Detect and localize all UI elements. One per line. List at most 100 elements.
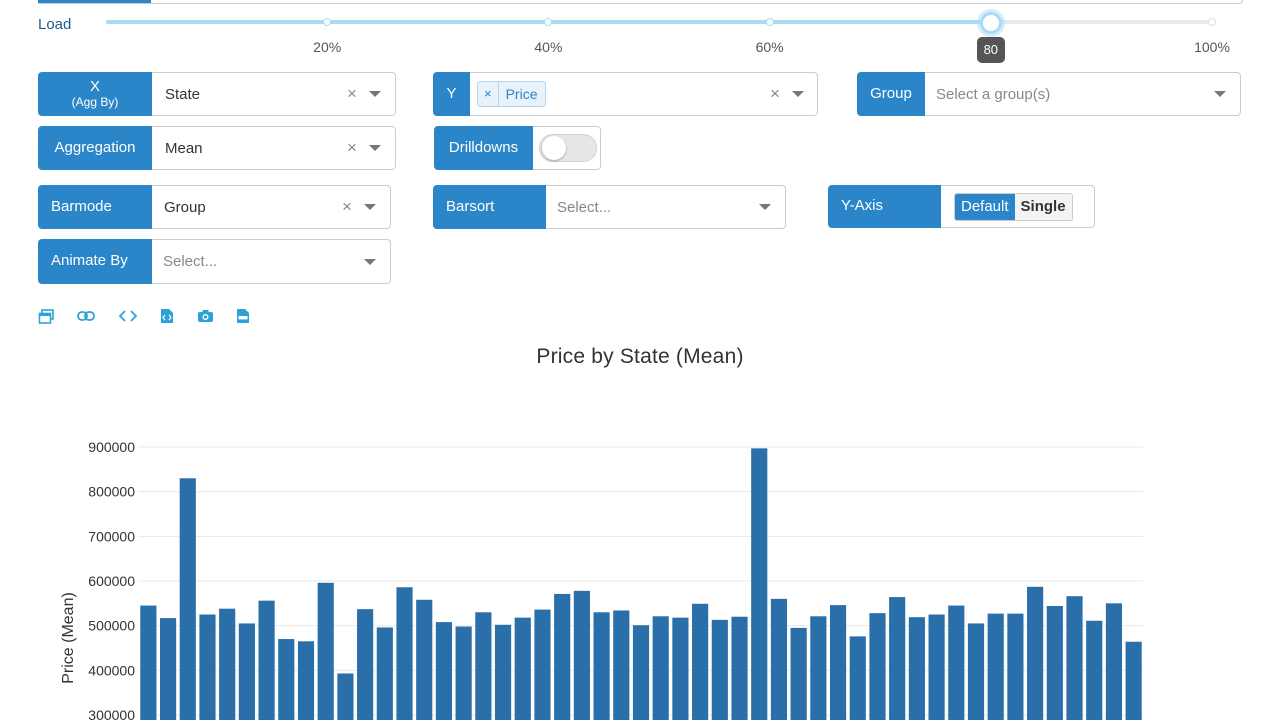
- link-icon[interactable]: [77, 307, 95, 325]
- aggregation-label: Aggregation: [38, 126, 152, 170]
- animate-by-label-text: Animate By: [51, 252, 128, 270]
- slider-step-dot[interactable]: [544, 18, 553, 26]
- code-export-icon[interactable]: [158, 307, 176, 325]
- bar: [514, 617, 531, 720]
- y-label: Y: [433, 72, 470, 116]
- bar: [278, 639, 295, 720]
- x-select[interactable]: State ×: [152, 72, 396, 116]
- bar: [297, 641, 315, 720]
- bar: [455, 626, 472, 720]
- chevron-down-icon[interactable]: [369, 91, 381, 97]
- barsort-label-text: Barsort: [446, 197, 495, 215]
- bar: [1027, 586, 1044, 720]
- y-axis-option-single[interactable]: Single: [1014, 193, 1072, 220]
- barsort-select[interactable]: Select...: [546, 185, 786, 229]
- bar: [593, 612, 610, 720]
- top-control-label-edge: [38, 0, 151, 3]
- bar: [967, 623, 985, 720]
- bar: [1105, 603, 1123, 720]
- aggregation-value: Mean: [165, 139, 203, 157]
- slider-step-dot[interactable]: [323, 18, 332, 26]
- bar: [829, 605, 847, 720]
- group-placeholder: Select a group(s): [936, 85, 1051, 103]
- chevron-down-icon[interactable]: [1214, 91, 1226, 97]
- y-tick-label: 800000: [88, 484, 135, 500]
- bar: [179, 478, 196, 720]
- drilldowns-label: Drilldowns: [434, 126, 533, 170]
- aggregation-clear-icon[interactable]: ×: [341, 138, 363, 158]
- chevron-down-icon[interactable]: [364, 204, 376, 210]
- y-clear-icon[interactable]: ×: [764, 84, 786, 104]
- popup-icon[interactable]: [37, 307, 55, 325]
- chevron-down-icon[interactable]: [369, 145, 381, 151]
- load-slider-handle[interactable]: [979, 12, 1002, 34]
- y-axis-segmented[interactable]: Default Single: [941, 185, 1095, 228]
- bar: [632, 625, 650, 720]
- y-axis-options[interactable]: Default Single: [954, 192, 1073, 221]
- bar: [928, 614, 945, 720]
- x-clear-icon[interactable]: ×: [341, 84, 363, 104]
- y-tick-label: 700000: [88, 528, 135, 544]
- group-label-text: Group: [870, 84, 912, 102]
- bar: [140, 605, 157, 720]
- bar: [416, 599, 433, 720]
- slider-mark-label: 20%: [313, 39, 342, 55]
- barmode-value: Group: [164, 198, 206, 216]
- drilldowns-label-text: Drilldowns: [448, 138, 519, 156]
- chevron-down-icon[interactable]: [759, 204, 771, 210]
- aggregation-select[interactable]: Mean ×: [152, 126, 396, 170]
- slider-step-dot[interactable]: [1208, 18, 1216, 26]
- y-tick-label: 300000: [88, 707, 135, 720]
- bar: [1086, 620, 1103, 720]
- bar: [790, 627, 807, 720]
- x-sublabel-text: (Agg By): [71, 94, 119, 109]
- group-select[interactable]: Select a group(s): [925, 72, 1241, 116]
- barmode-select[interactable]: Group ×: [152, 185, 391, 229]
- bar: [770, 598, 788, 720]
- bar: [357, 609, 374, 720]
- drilldowns-toggle[interactable]: [539, 134, 597, 162]
- x-agg-by-label: X (Agg By): [38, 72, 152, 116]
- slider-step-dot[interactable]: [765, 18, 774, 26]
- bar: [1007, 613, 1024, 720]
- bar: [396, 587, 413, 720]
- chevron-down-icon[interactable]: [792, 91, 804, 97]
- y-axis-label-text: Y-Axis: [841, 197, 883, 215]
- bar: [613, 610, 630, 720]
- bar: [317, 582, 334, 720]
- bar: [711, 619, 728, 720]
- camera-icon[interactable]: [196, 307, 214, 325]
- animate-by-label: Animate By: [38, 239, 152, 284]
- y-tick-label: 400000: [88, 662, 135, 678]
- slider-mark-label: 40%: [534, 39, 563, 55]
- bar: [652, 616, 669, 720]
- bar: [948, 605, 965, 720]
- y-axis-label: Y-Axis: [828, 185, 941, 228]
- bar: [554, 593, 571, 720]
- y-chip-price[interactable]: × Price: [477, 81, 546, 107]
- bar: [692, 603, 709, 720]
- code-icon[interactable]: [119, 307, 137, 325]
- bar: [435, 622, 453, 720]
- y-select[interactable]: × Price ×: [470, 72, 818, 116]
- csv-icon[interactable]: [234, 307, 252, 325]
- bar: [258, 600, 275, 720]
- bar: [849, 636, 866, 720]
- barmode-clear-icon[interactable]: ×: [336, 197, 358, 217]
- animate-by-select[interactable]: Select...: [152, 239, 391, 284]
- bar: [475, 612, 492, 720]
- chevron-down-icon[interactable]: [364, 258, 376, 265]
- bar: [1046, 606, 1063, 720]
- bar: [199, 614, 216, 720]
- slider-mark-label: 60%: [755, 39, 784, 55]
- bar: [889, 597, 906, 720]
- bar: [219, 608, 236, 720]
- bar: [376, 627, 393, 720]
- barsort-placeholder: Select...: [557, 198, 612, 216]
- drilldowns-toggle-box[interactable]: [533, 126, 601, 170]
- chip-remove-icon[interactable]: ×: [478, 82, 499, 106]
- y-axis-option-default[interactable]: Default: [955, 193, 1015, 220]
- chip-label: Price: [505, 86, 538, 102]
- bar: [751, 448, 768, 720]
- y-tick-label: 600000: [88, 573, 135, 589]
